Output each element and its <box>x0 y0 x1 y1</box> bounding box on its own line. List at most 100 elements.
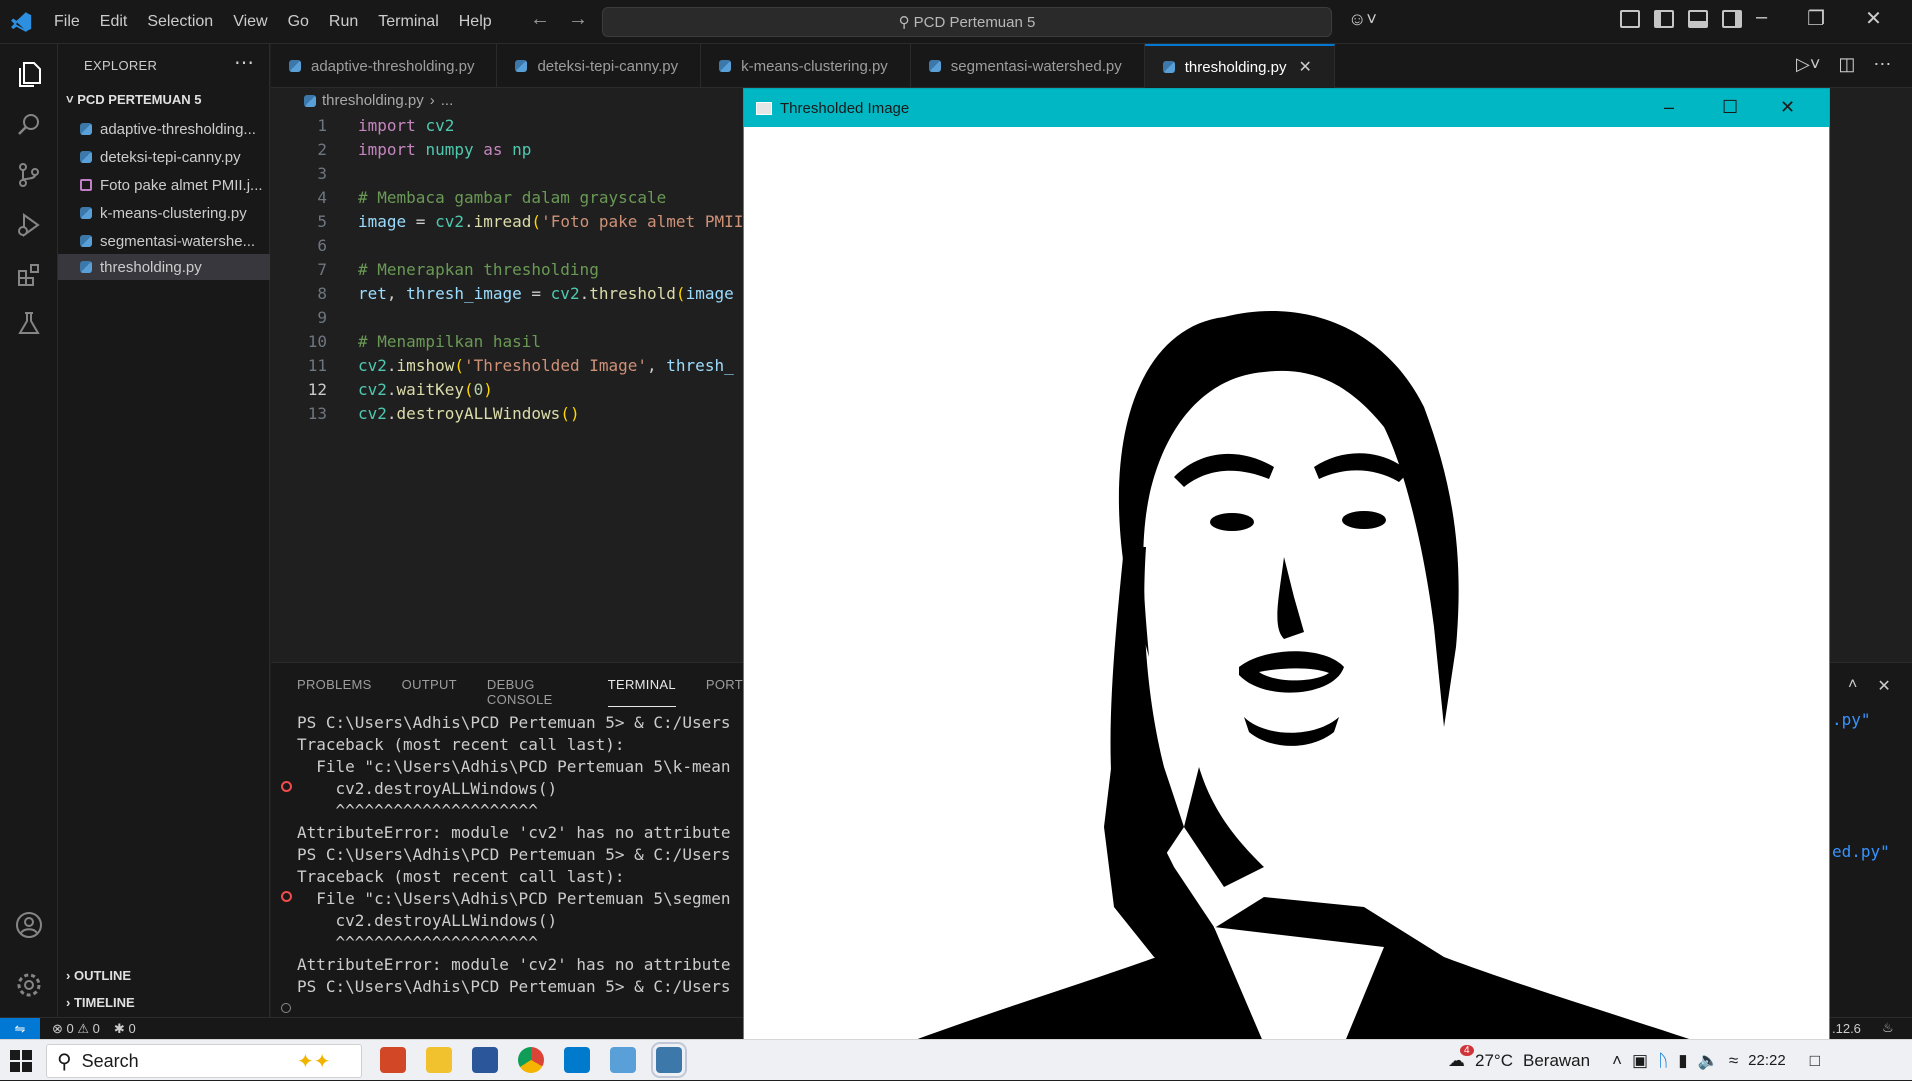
toggle-secondary-sidebar-icon[interactable] <box>1722 10 1742 28</box>
menu-go[interactable]: Go <box>278 13 319 31</box>
weather-temp[interactable]: 27°C <box>1475 1051 1513 1071</box>
menu-run[interactable]: Run <box>319 13 368 31</box>
accounts-icon[interactable] <box>14 910 44 940</box>
line-number: 13 <box>307 404 327 423</box>
timeline-section[interactable]: › TIMELINE <box>66 995 135 1010</box>
tab-problems[interactable]: PROBLEMS <box>297 677 372 707</box>
python-window-icon[interactable] <box>651 1042 687 1078</box>
file-foto-pake-almet[interactable]: Foto pake almet PMII.j... <box>58 172 270 198</box>
photos-icon[interactable] <box>610 1047 636 1073</box>
close-icon[interactable]: ✕ <box>1780 97 1795 118</box>
explorer-icon[interactable] <box>14 60 44 90</box>
command-center-label: PCD Pertemuan 5 <box>913 13 1036 31</box>
file-segmentasi-watershed[interactable]: segmentasi-watershe... <box>58 228 270 254</box>
tab-adaptive-thresholding[interactable]: adaptive-thresholding.py <box>271 44 498 88</box>
forward-arrow-icon[interactable]: → <box>568 8 588 31</box>
notifications-bell-icon[interactable]: ♨ <box>1882 1020 1894 1036</box>
tab-debug-console[interactable]: DEBUG CONSOLE <box>487 677 578 707</box>
command-center[interactable]: ⚲ PCD Pertemuan 5 <box>602 7 1332 37</box>
toggle-panel-icon[interactable] <box>1688 10 1708 28</box>
source-control-icon[interactable] <box>14 160 44 190</box>
weather-badge: 4 <box>1460 1044 1474 1056</box>
testing-icon[interactable] <box>14 308 44 338</box>
maximize-icon[interactable]: ☐ <box>1722 97 1738 118</box>
outline-section[interactable]: › OUTLINE <box>66 968 131 983</box>
code-line-1: import cv2 <box>358 116 455 135</box>
minimize-icon[interactable]: – <box>1756 6 1767 31</box>
extensions-icon[interactable] <box>14 260 44 290</box>
taskbar-search-box[interactable]: ⚲ Search ✦✦ <box>46 1044 362 1078</box>
menu-selection[interactable]: Selection <box>137 13 223 31</box>
maximize-panel-icon[interactable]: ˄ <box>1848 676 1857 696</box>
tab-thresholding[interactable]: thresholding.py ✕ <box>1144 44 1335 88</box>
panel-tabs: PROBLEMS OUTPUT DEBUG CONSOLE TERMINAL P… <box>297 677 743 707</box>
code-editor[interactable]: 1 2 3 4 5 6 7 8 9 10 11 12 13 import cv2… <box>271 112 744 662</box>
wifi-icon[interactable]: ≈ <box>1729 1051 1738 1071</box>
weather-text[interactable]: Berawan <box>1523 1051 1590 1071</box>
file-deteksi-tepi-canny[interactable]: deteksi-tepi-canny.py <box>58 144 270 170</box>
notification-center-icon[interactable]: □ <box>1810 1051 1820 1071</box>
chrome-icon[interactable] <box>518 1047 544 1073</box>
problems-summary[interactable]: ⊗ 0 ⚠ 0 ✱ 0 <box>52 1021 136 1037</box>
split-editor-icon[interactable]: ◫ <box>1838 54 1855 75</box>
close-panel-icon[interactable]: ✕ <box>1877 676 1890 696</box>
search-icon[interactable] <box>14 110 44 140</box>
more-actions-icon[interactable]: ⋯ <box>234 50 254 75</box>
image-window-title: Thresholded Image <box>780 99 910 117</box>
battery-icon[interactable]: ▮ <box>1678 1051 1687 1071</box>
powerpoint-icon[interactable] <box>380 1047 406 1073</box>
file-k-means-clustering[interactable]: k-means-clustering.py <box>58 200 270 226</box>
word-icon[interactable] <box>472 1047 498 1073</box>
error-marker-icon[interactable] <box>281 781 292 792</box>
chevron-up-icon[interactable]: ˄ <box>1612 1051 1622 1071</box>
menu-help[interactable]: Help <box>449 13 502 31</box>
tab-segmentasi-watershed[interactable]: segmentasi-watershed.py <box>911 44 1145 88</box>
section-label: OUTLINE <box>73 968 132 983</box>
run-debug-icon[interactable] <box>14 210 44 240</box>
bluetooth-icon[interactable]: ᚢ <box>1658 1051 1668 1071</box>
weather-icon[interactable]: ☁ 4 <box>1448 1044 1474 1071</box>
close-tab-icon[interactable]: ✕ <box>1298 57 1311 77</box>
editor-actions: ▷˅ ◫ ⋯ <box>1796 54 1891 75</box>
remote-indicator-icon[interactable]: ⇋ <box>0 1018 40 1040</box>
python-version[interactable]: .12.6 <box>1832 1021 1861 1036</box>
error-marker-icon[interactable] <box>281 891 292 902</box>
vscode-taskbar-icon[interactable] <box>564 1047 590 1073</box>
meet-now-icon[interactable]: ▣ <box>1632 1051 1648 1071</box>
run-file-icon[interactable]: ▷˅ <box>1796 54 1820 75</box>
menu-terminal[interactable]: Terminal <box>368 13 448 31</box>
back-arrow-icon[interactable]: ← <box>530 8 550 31</box>
image-window-titlebar[interactable]: Thresholded Image – ☐ ✕ <box>744 89 1829 127</box>
windows-start-icon[interactable] <box>10 1050 32 1077</box>
volume-icon[interactable]: 🔈 <box>1698 1051 1719 1071</box>
menu-edit[interactable]: Edit <box>90 13 138 31</box>
clock-time[interactable]: 22:22 <box>1748 1052 1786 1069</box>
tab-k-means-clustering[interactable]: k-means-clustering.py <box>701 44 911 88</box>
tab-deteksi-tepi-canny[interactable]: deteksi-tepi-canny.py <box>497 44 702 88</box>
settings-gear-icon[interactable] <box>14 970 44 1000</box>
file-label: adaptive-thresholding... <box>100 120 256 138</box>
breadcrumb: thresholding.py › ... <box>304 92 453 109</box>
file-label: thresholding.py <box>100 258 202 276</box>
file-thresholding[interactable]: thresholding.py <box>58 254 270 280</box>
search-highlight-icon: ✦✦ <box>297 1051 331 1073</box>
tab-terminal[interactable]: TERMINAL <box>607 677 676 707</box>
tab-ports[interactable]: PORT <box>706 677 743 707</box>
terminal-line: PS C:\Users\Adhis\PCD Pertemuan 5> & C:/… <box>297 977 731 996</box>
breadcrumb-file[interactable]: thresholding.py <box>322 92 424 109</box>
toggle-sidebar-icon[interactable] <box>1654 10 1674 28</box>
restore-icon[interactable]: ❐ <box>1807 6 1825 31</box>
breadcrumb-symbol[interactable]: ... <box>441 92 454 109</box>
copilot-icon[interactable]: ☺˅ <box>1348 9 1377 30</box>
workspace-folder[interactable]: ˅ PCD PERTEMUAN 5 <box>66 92 201 107</box>
menu-view[interactable]: View <box>223 13 277 31</box>
menu-file[interactable]: File <box>44 13 90 31</box>
customize-layout-icon[interactable] <box>1620 10 1640 28</box>
close-icon[interactable]: ✕ <box>1865 6 1882 31</box>
code-line-11: cv2.imshow('Thresholded Image', thresh_ <box>358 356 734 375</box>
file-adaptive-thresholding[interactable]: adaptive-thresholding... <box>58 116 270 142</box>
file-explorer-icon[interactable] <box>426 1047 452 1073</box>
minimize-icon[interactable]: – <box>1664 97 1674 118</box>
tab-output[interactable]: OUTPUT <box>402 677 457 707</box>
more-actions-icon[interactable]: ⋯ <box>1873 54 1891 75</box>
